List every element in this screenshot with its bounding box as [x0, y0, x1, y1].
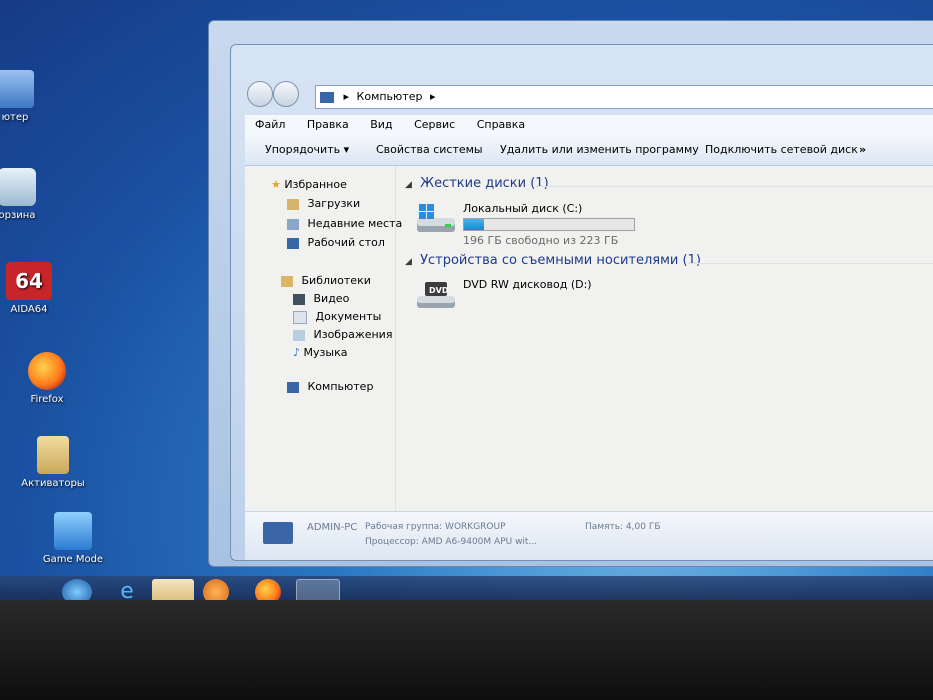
details-pane: ADMIN-PC Рабочая группа: WORKGROUP Памят…	[245, 511, 933, 560]
drive-name: Локальный диск (C:)	[463, 202, 583, 215]
explorer-window[interactable]: ▸ Компьютер ▸ Файл Правка Вид Сервис Спр…	[230, 44, 933, 561]
disk-usage-fill	[464, 219, 485, 230]
details-computer-icon	[263, 522, 293, 544]
group-title: Устройства со съемными носителями (1)	[420, 253, 701, 268]
nav-video[interactable]: Видео	[293, 290, 349, 308]
collapse-arrow-icon: ◢	[405, 257, 412, 267]
content-area: ★ Избранное Загрузки Недавние места Рабо…	[245, 166, 933, 512]
nav-downloads[interactable]: Загрузки	[287, 195, 360, 213]
dvd-drive-icon	[417, 282, 455, 308]
group-divider	[687, 263, 933, 264]
menu-edit[interactable]: Правка	[307, 118, 349, 131]
menu-tools[interactable]: Сервис	[414, 118, 455, 131]
game-mode-icon	[54, 512, 92, 550]
desktop-icon-label: AIDA64	[10, 304, 48, 315]
desktop-icon-recycle-bin[interactable]: орзина	[0, 168, 52, 221]
downloads-icon	[287, 198, 299, 210]
nav-label: Недавние места	[307, 217, 403, 230]
desktop-icon-label: орзина	[0, 210, 36, 221]
desktop-icon	[287, 237, 299, 249]
music-icon: ♪	[293, 346, 301, 359]
organize-button[interactable]: Упорядочить ▾	[265, 135, 349, 165]
disk-usage-bar	[463, 218, 635, 231]
menu-view[interactable]: Вид	[370, 118, 392, 131]
map-network-drive-button[interactable]: Подключить сетевой диск	[705, 135, 858, 165]
nav-music[interactable]: ♪ Музыка	[293, 344, 347, 362]
firefox-icon	[28, 352, 66, 390]
menu-file[interactable]: Файл	[255, 118, 285, 131]
address-bar[interactable]: ▸ Компьютер ▸	[315, 85, 933, 109]
nav-documents[interactable]: Документы	[293, 308, 381, 326]
chevron-right-icon: ▸	[343, 90, 350, 103]
desktop-icon-label: Game Mode	[42, 554, 104, 565]
navigation-pane: ★ Избранное Загрузки Недавние места Рабо…	[245, 166, 402, 512]
group-divider	[537, 186, 933, 187]
chevron-down-icon: ▾	[343, 143, 350, 156]
nav-label: Изображения	[313, 328, 393, 341]
computer-icon	[287, 381, 299, 393]
monitor-bezel	[0, 600, 933, 700]
nav-label: Музыка	[303, 346, 348, 359]
menu-help[interactable]: Справка	[477, 118, 525, 131]
address-segment[interactable]: Компьютер	[357, 90, 423, 103]
libraries-icon	[281, 275, 293, 287]
images-icon	[293, 329, 305, 341]
desktop: ютер орзина 64 AIDA64 Firefox Активаторы…	[0, 0, 933, 640]
nav-label: Библиотеки	[301, 274, 371, 287]
computer-icon	[0, 70, 34, 108]
desktop-icon-computer[interactable]: ютер	[0, 70, 50, 123]
more-commands-button[interactable]: »	[859, 135, 866, 165]
pc-name: ADMIN-PC	[307, 522, 358, 533]
back-button[interactable]	[247, 81, 273, 107]
group-removable[interactable]: ◢ Устройства со съемными носителями (1)	[405, 253, 701, 268]
main-pane: ◢ Жесткие диски (1) Локальный диск (C:)	[397, 166, 933, 512]
desktop-icon-game-mode[interactable]: Game Mode	[38, 512, 108, 565]
hard-drive-icon	[417, 204, 455, 232]
nav-label: Документы	[315, 310, 382, 323]
nav-libraries[interactable]: Библиотеки	[281, 272, 371, 290]
desktop-icon-label: Активаторы	[21, 478, 85, 489]
aida64-icon: 64	[6, 262, 52, 300]
nav-favorites[interactable]: ★ Избранное	[271, 176, 347, 194]
memory: Память: 4,00 ГБ	[585, 522, 661, 532]
recycle-bin-icon	[0, 168, 36, 206]
desktop-icon-label: Firefox	[30, 394, 64, 405]
system-properties-button[interactable]: Свойства системы	[376, 135, 483, 165]
nav-computer[interactable]: Компьютер	[287, 378, 373, 396]
star-icon: ★	[271, 178, 281, 191]
nav-label: Рабочий стол	[307, 236, 385, 249]
processor: Процессор: AMD A6-9400M APU wit...	[365, 537, 538, 547]
free-space-text: 196 ГБ свободно из 223 ГБ	[463, 234, 619, 247]
nav-images[interactable]: Изображения	[293, 326, 392, 344]
drive-c[interactable]: Локальный диск (C:) 196 ГБ свободно из 2…	[415, 202, 675, 252]
video-icon	[293, 293, 305, 305]
recent-places-icon	[287, 218, 299, 230]
group-title: Жесткие диски (1)	[420, 176, 549, 191]
organize-label: Упорядочить	[265, 143, 341, 156]
desktop-icon-activators[interactable]: Активаторы	[18, 436, 88, 489]
nav-label: Компьютер	[307, 380, 374, 393]
documents-icon	[293, 310, 307, 324]
nav-label: Избранное	[284, 178, 347, 191]
menu-bar: Файл Правка Вид Сервис Справка	[245, 115, 933, 135]
collapse-arrow-icon: ◢	[405, 180, 412, 190]
folder-icon	[37, 436, 69, 474]
desktop-icon-firefox[interactable]: Firefox	[12, 352, 82, 405]
computer-icon	[320, 91, 334, 103]
uninstall-program-button[interactable]: Удалить или изменить программу	[500, 135, 699, 165]
chevron-right-icon[interactable]: ▸	[430, 90, 436, 103]
nav-desktop[interactable]: Рабочий стол	[287, 234, 385, 252]
forward-button[interactable]	[273, 81, 299, 107]
command-bar: Упорядочить ▾ Свойства системы Удалить и…	[245, 135, 933, 166]
desktop-icon-aida64[interactable]: 64 AIDA64	[0, 262, 64, 315]
group-hard-drives[interactable]: ◢ Жесткие диски (1)	[405, 176, 549, 191]
workgroup: Рабочая группа: WORKGROUP	[365, 522, 506, 532]
drive-d[interactable]: DVD DVD RW дисковод (D:)	[415, 278, 675, 318]
nav-label: Загрузки	[307, 197, 361, 210]
nav-recent[interactable]: Недавние места	[287, 215, 402, 233]
dvd-badge: DVD	[429, 286, 449, 295]
nav-label: Видео	[313, 292, 350, 305]
drive-name: DVD RW дисковод (D:)	[463, 278, 592, 291]
desktop-icon-label: ютер	[1, 112, 29, 123]
